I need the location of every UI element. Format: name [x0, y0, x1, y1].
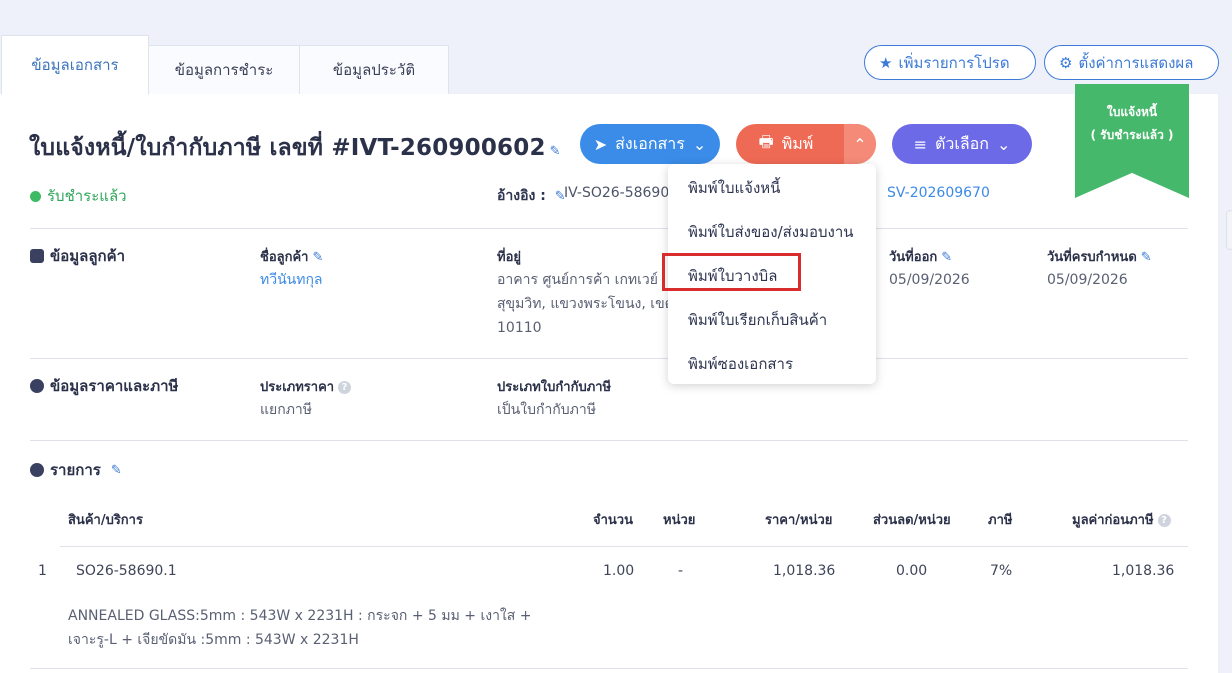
- reference-label: อ้างอิง : ✎: [497, 185, 566, 207]
- address-label: ที่อยู่: [497, 250, 521, 265]
- row-price: 1,018.36: [773, 563, 836, 579]
- col-price: ราคา/หน่วย: [765, 513, 833, 528]
- highlight-box: [662, 253, 801, 291]
- divider: [30, 668, 1188, 669]
- col-qty: จำนวน: [593, 513, 633, 528]
- gear-icon: ⚙: [1059, 53, 1073, 72]
- divider: [30, 358, 1188, 359]
- print-label: พิมพ์: [781, 133, 814, 153]
- customer-section-title: ข้อมูลลูกค้า: [30, 244, 125, 268]
- issue-date-label-text: วันที่ออก: [889, 250, 938, 265]
- star-icon: ★: [879, 53, 893, 72]
- product-link[interactable]: SO26-58690.1: [76, 563, 177, 579]
- tab-history-info[interactable]: ข้อมูลประวัติ: [299, 45, 449, 95]
- document-title: ใบแจ้งหนี้/ใบกำกับภาษี เลขที่ #IVT-26090…: [29, 135, 546, 161]
- col-discount: ส่วนลด/หน่วย: [873, 513, 951, 528]
- side-scroll-handle[interactable]: [1226, 210, 1232, 250]
- menu-item-print-envelope[interactable]: พิมพ์ซองเอกสาร: [688, 352, 793, 376]
- menu-item-print-delivery[interactable]: พิมพ์ใบส่งของ/ส่งมอบงาน: [688, 220, 854, 244]
- customer-name-link[interactable]: ทวีนันทกุล: [260, 268, 323, 292]
- divider: [30, 440, 1188, 441]
- pricing-section-title: ข้อมูลราคาและภาษี: [30, 374, 178, 398]
- items-section-title: รายการ ✎: [30, 458, 122, 482]
- display-settings-label: ตั้งค่าการแสดงผล: [1078, 53, 1194, 72]
- chevron-down-icon: ⌄: [692, 134, 707, 154]
- description-line-1: ANNEALED GLASS:5mm : 543W x 2231H : กระจ…: [68, 608, 532, 624]
- row-discount: 0.00: [896, 563, 928, 579]
- pricing-section-label: ข้อมูลราคาและภาษี: [50, 377, 179, 395]
- print-button[interactable]: 🖶 พิมพ์ ⌃: [736, 124, 876, 164]
- page-title: ใบแจ้งหนี้/ใบกำกับภาษี เลขที่ #IVT-26090…: [29, 130, 561, 166]
- send-document-button[interactable]: ➤ ส่งเอกสาร ⌄: [580, 124, 720, 164]
- edit-pencil-icon[interactable]: ✎: [550, 144, 561, 159]
- row-amount: 1,018.36: [1112, 563, 1175, 579]
- reference-value: IV-SO26-58690: [564, 185, 670, 201]
- display-settings-button[interactable]: ⚙ ตั้งค่าการแสดงผล: [1044, 45, 1219, 80]
- due-date-label-text: วันที่ครบกำหนด: [1047, 250, 1137, 265]
- help-icon[interactable]: ?: [1157, 514, 1171, 527]
- divider: [60, 546, 1188, 547]
- row-qty: 1.00: [603, 563, 635, 579]
- help-icon[interactable]: ?: [338, 381, 352, 394]
- address-line-3: 10110: [497, 320, 542, 336]
- tab-document-info[interactable]: ข้อมูลเอกสาร: [1, 35, 149, 95]
- due-date-label: วันที่ครบกำหนด ✎: [1047, 246, 1152, 267]
- issue-date-value: 05/09/2026: [889, 272, 970, 288]
- row-number: 1: [38, 563, 47, 579]
- menu-item-print-collection[interactable]: พิมพ์ใบเรียกเก็บสินค้า: [688, 308, 827, 332]
- tax-doc-type-label: ประเภทใบกำกับภาษี: [497, 380, 612, 395]
- menu-item-print-invoice[interactable]: พิมพ์ใบแจ้งหนี้: [688, 176, 780, 200]
- items-section-label: รายการ: [50, 461, 101, 479]
- options-button[interactable]: ≡ ตัวเลือก ⌄: [892, 124, 1032, 164]
- col-amount: มูลค่าก่อนภาษี?: [1072, 509, 1171, 530]
- address-line-2: สุขุมวิท, แขวงพระโขนง, เขต: [497, 296, 674, 312]
- due-date-value: 05/09/2026: [1047, 272, 1128, 288]
- printer-icon: 🖶: [758, 131, 774, 151]
- chevron-down-icon: ⌄: [996, 134, 1011, 154]
- print-main-button[interactable]: 🖶 พิมพ์: [736, 124, 836, 164]
- circle-icon: [30, 463, 44, 477]
- address-line-1: อาคาร ศูนย์การค้า เกทเวย์: [497, 272, 658, 288]
- edit-pencil-icon[interactable]: ✎: [1141, 250, 1152, 265]
- reference-label-text: อ้างอิง :: [497, 188, 546, 204]
- tab-payment-info[interactable]: ข้อมูลการชำระ: [148, 45, 300, 95]
- add-favorite-button[interactable]: ★ เพิ่มรายการโปรด: [864, 45, 1036, 80]
- status-dot-icon: [30, 190, 41, 202]
- col-product: สินค้า/บริการ: [68, 513, 143, 528]
- price-type-label-text: ประเภทราคา: [260, 380, 335, 395]
- customer-name-label: ชื่อลูกค้า ✎: [260, 246, 323, 267]
- ribbon-subtitle: ( รับชำระแล้ว ): [1090, 128, 1174, 142]
- reference-link[interactable]: SV-202609670: [887, 185, 990, 201]
- chevron-up-icon: ⌃: [853, 134, 867, 154]
- status-badge: รับชำระแล้ว: [30, 184, 127, 208]
- menu-lines-icon: ≡: [913, 134, 928, 154]
- row-unit: -: [678, 563, 684, 579]
- row-description: ANNEALED GLASS:5mm : 543W x 2231H : กระจ…: [68, 604, 532, 652]
- paper-plane-icon: ➤: [593, 134, 608, 154]
- price-type-value: แยกภาษี: [260, 402, 313, 418]
- col-tax: ภาษี: [988, 513, 1013, 528]
- issue-date-label: วันที่ออก ✎: [889, 246, 952, 267]
- options-label: ตัวเลือก: [935, 133, 989, 153]
- edit-pencil-icon[interactable]: ✎: [941, 250, 952, 265]
- col-unit: หน่วย: [663, 513, 696, 528]
- description-line-2: เจาะรู-L + เจียขัดมัน :5mm : 543W x 2231…: [68, 632, 359, 648]
- status-text: รับชำระแล้ว: [47, 187, 127, 205]
- send-label: ส่งเอกสาร: [615, 133, 685, 153]
- edit-pencil-icon[interactable]: ✎: [312, 250, 323, 265]
- building-icon: [30, 249, 44, 263]
- row-tax: 7%: [990, 563, 1013, 579]
- percent-icon: [30, 379, 44, 393]
- price-type-label: ประเภทราคา?: [260, 376, 352, 397]
- add-favorite-label: เพิ่มรายการโปรด: [898, 53, 1010, 72]
- col-amount-label: มูลค่าก่อนภาษี: [1072, 513, 1154, 528]
- address-value: อาคาร ศูนย์การค้า เกทเวย์ สุขุมวิท, แขวง…: [497, 268, 674, 340]
- edit-pencil-icon[interactable]: ✎: [111, 463, 122, 478]
- ribbon-title: ใบแจ้งหนี้: [1106, 105, 1158, 119]
- customer-name-label-text: ชื่อลูกค้า: [260, 250, 309, 265]
- divider: [30, 228, 1188, 229]
- tax-doc-type-value: เป็นใบกำกับภาษี: [497, 402, 596, 418]
- customer-section-label: ข้อมูลลูกค้า: [50, 247, 126, 265]
